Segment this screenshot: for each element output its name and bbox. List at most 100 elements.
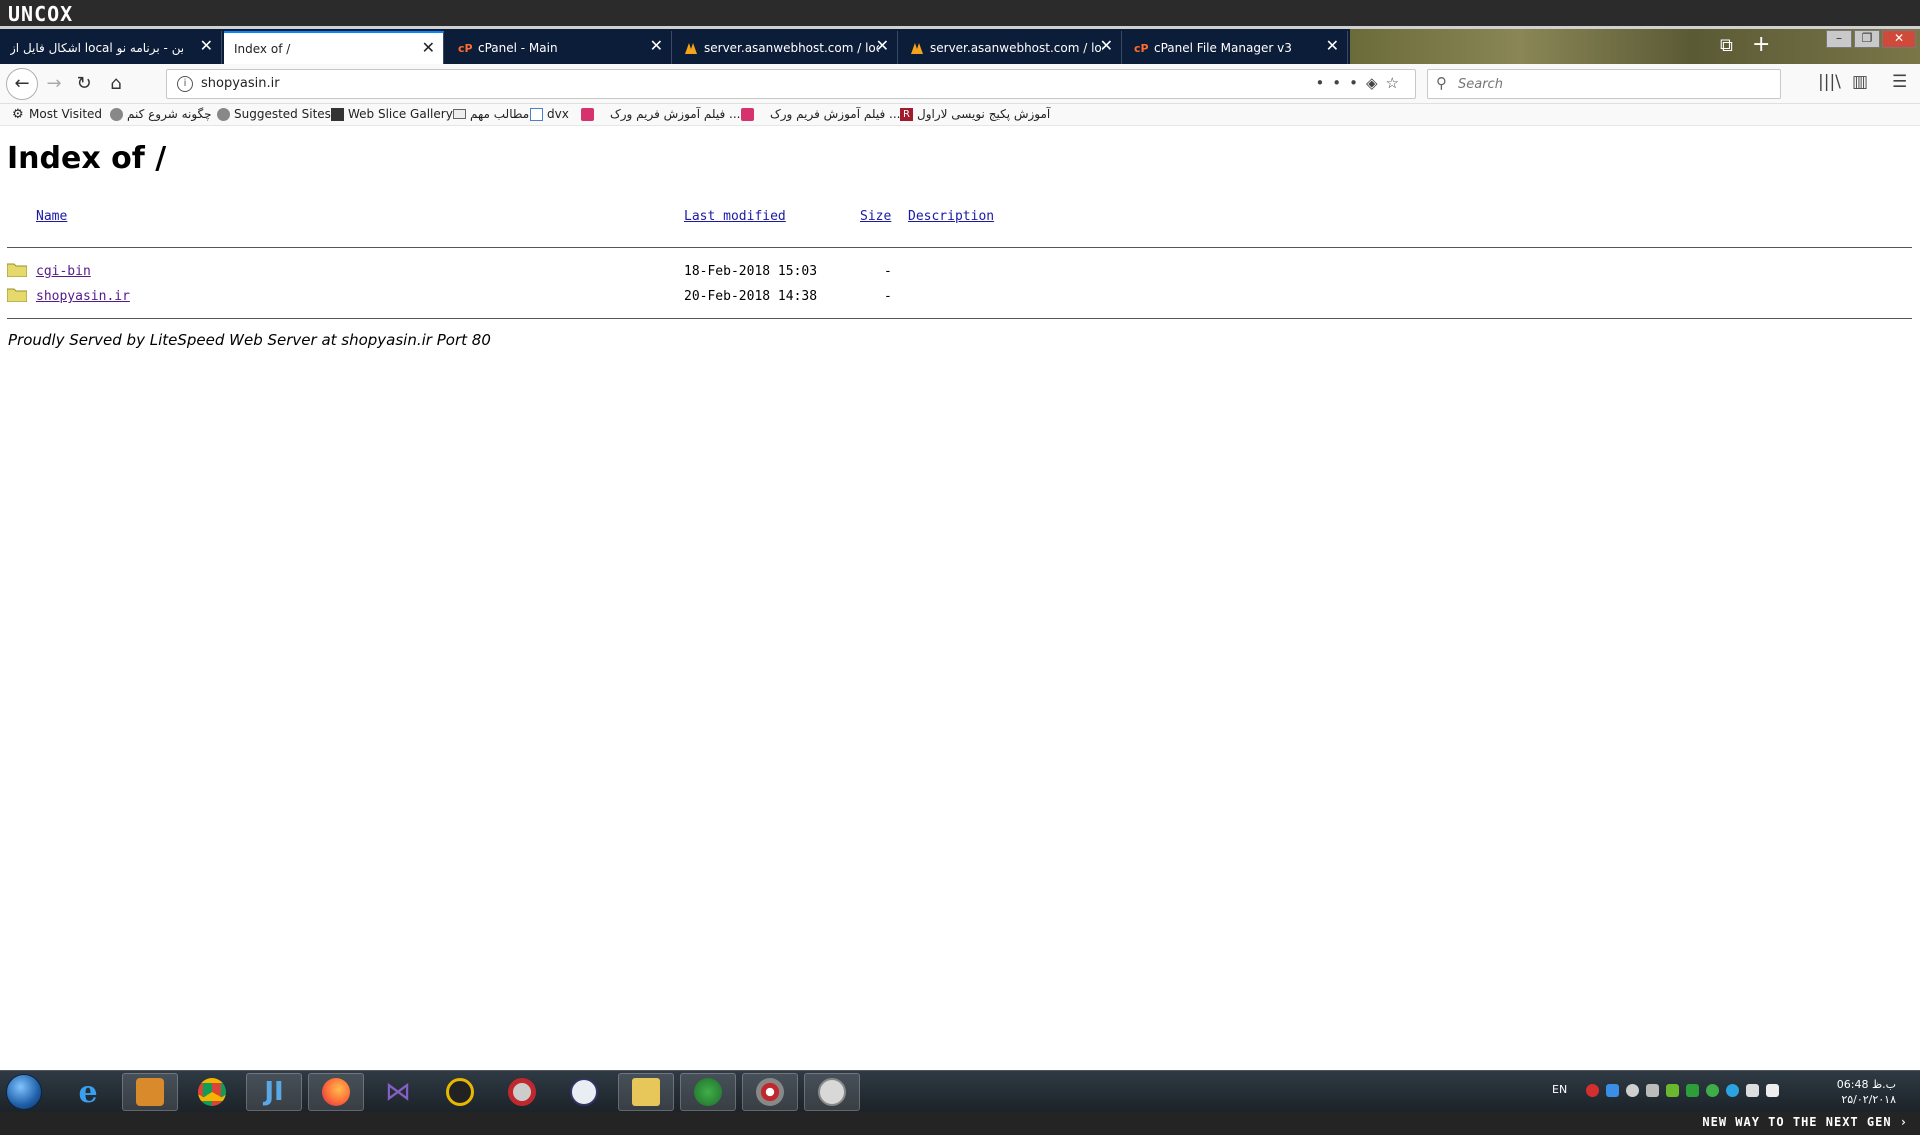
system-tray-icons xyxy=(1586,1084,1779,1097)
folder-icon xyxy=(7,288,27,302)
cpanel-icon: cP xyxy=(458,42,472,55)
library-icon[interactable]: |||\ xyxy=(1818,72,1841,92)
taskbar-chrome[interactable] xyxy=(184,1073,240,1111)
globe-icon xyxy=(217,107,230,121)
entry-link[interactable]: cgi-bin xyxy=(36,264,91,279)
tab-index-of[interactable]: Index of / ✕ xyxy=(224,31,444,64)
window-close-button[interactable]: ✕ xyxy=(1882,30,1916,48)
taskbar-paint[interactable] xyxy=(804,1073,860,1111)
search-bar[interactable]: ⚲ xyxy=(1427,69,1781,99)
bookmark-label: آموزش پکیج نویسی لاراول xyxy=(917,107,1051,121)
maximize-button[interactable]: ❐ xyxy=(1854,30,1880,48)
taskbar-firefox[interactable] xyxy=(308,1073,364,1111)
close-icon[interactable]: ✕ xyxy=(200,38,213,54)
bookmark-framework-video-1[interactable]: فیلم آموزش فریم ورک ... xyxy=(581,107,740,121)
gear-icon: ⚙ xyxy=(12,106,24,122)
column-last-modified-link[interactable]: Last modified xyxy=(684,209,786,224)
volume-icon[interactable] xyxy=(1766,1084,1779,1097)
taskbar-media-player[interactable] xyxy=(122,1073,178,1111)
tab-cpanel-file-manager[interactable]: cP cPanel File Manager v3 ✕ xyxy=(1124,31,1348,64)
tab-label: Index of / xyxy=(234,41,291,56)
bookmark-laravel-package[interactable]: R آموزش پکیج نویسی لاراول xyxy=(900,107,1050,121)
close-icon[interactable]: ✕ xyxy=(422,40,435,56)
system-clock[interactable]: 06:48 ب.ظ ۲۵/۰۲/۲۰۱۸ xyxy=(1836,1077,1896,1107)
taskbar-explorer[interactable] xyxy=(618,1073,674,1111)
page-actions-menu-icon[interactable]: ••• xyxy=(1315,74,1366,92)
chrome-icon xyxy=(198,1078,226,1106)
tray-skype-icon[interactable] xyxy=(1726,1084,1739,1097)
tray-green-icon[interactable] xyxy=(1686,1084,1699,1097)
bookmark-web-slice-gallery[interactable]: Web Slice Gallery xyxy=(331,107,453,121)
tray-red-icon[interactable] xyxy=(1586,1084,1599,1097)
phpmyadmin-icon xyxy=(911,42,923,54)
bookmark-folder-important[interactable]: مطالب مهم xyxy=(453,107,529,121)
globe-icon xyxy=(110,107,123,121)
tray-download-icon[interactable] xyxy=(1706,1084,1719,1097)
table-row: shopyasin.ir 20-Feb-2018 14:38 - xyxy=(0,286,1000,306)
folder-icon xyxy=(453,109,466,119)
taskbar-ie[interactable]: e xyxy=(60,1073,116,1111)
tab-persian-forum[interactable]: اشکال فایل از local به انلاین - برنامه ن… xyxy=(0,31,222,64)
bookmark-getting-started[interactable]: چگونه شروع کنم xyxy=(110,107,212,121)
pocket-icon[interactable]: ◈ xyxy=(1366,74,1386,92)
home-button[interactable]: ⌂ xyxy=(104,72,128,96)
globe-arrow-icon xyxy=(694,1078,722,1106)
folder-icon xyxy=(7,263,27,277)
taskbar-visual-studio[interactable]: ⋈ xyxy=(370,1073,426,1111)
new-tab-button[interactable]: + xyxy=(1752,32,1770,57)
back-button[interactable]: ← xyxy=(6,68,38,100)
menu-icon[interactable]: ☰ xyxy=(1892,72,1907,92)
tab-phpmyadmin-1[interactable]: server.asanwebhost.com / loca ✕ xyxy=(674,31,898,64)
shield-icon xyxy=(570,1078,598,1106)
column-name-link[interactable]: Name xyxy=(36,209,67,224)
page-action-icons: •••◈☆ xyxy=(1315,74,1407,92)
url-text[interactable]: shopyasin.ir xyxy=(201,76,280,91)
bookmark-star-icon[interactable]: ☆ xyxy=(1386,74,1407,92)
entry-link[interactable]: shopyasin.ir xyxy=(36,289,130,304)
close-icon[interactable]: ✕ xyxy=(876,38,889,54)
tab-cpanel-main[interactable]: cP cPanel - Main ✕ xyxy=(448,31,672,64)
tab-list-icon[interactable]: ⧉ xyxy=(1720,35,1733,56)
folder-icon xyxy=(632,1078,660,1106)
brand-tagline: NEW WAY TO THE NEXT GEN › xyxy=(1702,1115,1908,1129)
column-size-link[interactable]: Size xyxy=(860,209,891,224)
cpanel-icon: cP xyxy=(1134,42,1148,55)
address-bar[interactable]: i shopyasin.ir •••◈☆ xyxy=(166,69,1416,99)
reload-button[interactable]: ↻ xyxy=(72,72,96,96)
bookmark-dvx[interactable]: dvx xyxy=(530,107,569,121)
search-input[interactable] xyxy=(1458,74,1758,94)
taskbar-app-11[interactable] xyxy=(742,1073,798,1111)
close-icon[interactable]: ✕ xyxy=(1100,38,1113,54)
tab-phpmyadmin-2[interactable]: server.asanwebhost.com / loca ✕ xyxy=(900,31,1122,64)
flag-icon[interactable] xyxy=(1746,1084,1759,1097)
start-button[interactable] xyxy=(6,1074,42,1110)
entry-size: - xyxy=(884,289,892,304)
bookmark-most-visited[interactable]: ⚙ Most Visited xyxy=(12,107,102,121)
close-icon[interactable]: ✕ xyxy=(1326,38,1339,54)
tab-label: server.asanwebhost.com / loca xyxy=(930,40,1103,55)
taskbar-download-manager[interactable] xyxy=(680,1073,736,1111)
close-icon[interactable]: ✕ xyxy=(650,38,663,54)
clock-time: 06:48 ب.ظ xyxy=(1836,1078,1896,1091)
forward-button[interactable]: → xyxy=(42,72,66,96)
navigation-toolbar: ← → ↻ ⌂ i shopyasin.ir •••◈☆ ⚲ |||\ ▥ ☰ xyxy=(0,64,1920,104)
taskbar-app-6[interactable] xyxy=(432,1073,488,1111)
spiral-icon xyxy=(446,1078,474,1106)
tray-nvidia-icon[interactable] xyxy=(1666,1084,1679,1097)
bookmark-framework-video-2[interactable]: فیلم آموزش فریم ورک ... xyxy=(741,107,900,121)
taskbar-jetbrains[interactable]: JI xyxy=(246,1073,302,1111)
taskbar-app-8[interactable] xyxy=(556,1073,612,1111)
bookmark-suggested-sites[interactable]: Suggested Sites xyxy=(217,107,331,121)
sidebar-icon[interactable]: ▥ xyxy=(1852,72,1868,92)
tray-chrome-icon[interactable] xyxy=(1626,1084,1639,1097)
entry-modified: 20-Feb-2018 14:38 xyxy=(684,289,818,304)
tray-monitor-icon[interactable] xyxy=(1646,1084,1659,1097)
column-description-link[interactable]: Description xyxy=(908,209,994,224)
minimize-button[interactable]: – xyxy=(1826,30,1852,48)
tray-blue-icon[interactable] xyxy=(1606,1084,1619,1097)
site-info-icon[interactable]: i xyxy=(177,76,193,92)
taskbar-app-7[interactable] xyxy=(494,1073,550,1111)
tab-label: cPanel File Manager v3 xyxy=(1154,40,1292,55)
pink-icon xyxy=(741,107,754,121)
language-indicator[interactable]: EN xyxy=(1552,1083,1567,1096)
